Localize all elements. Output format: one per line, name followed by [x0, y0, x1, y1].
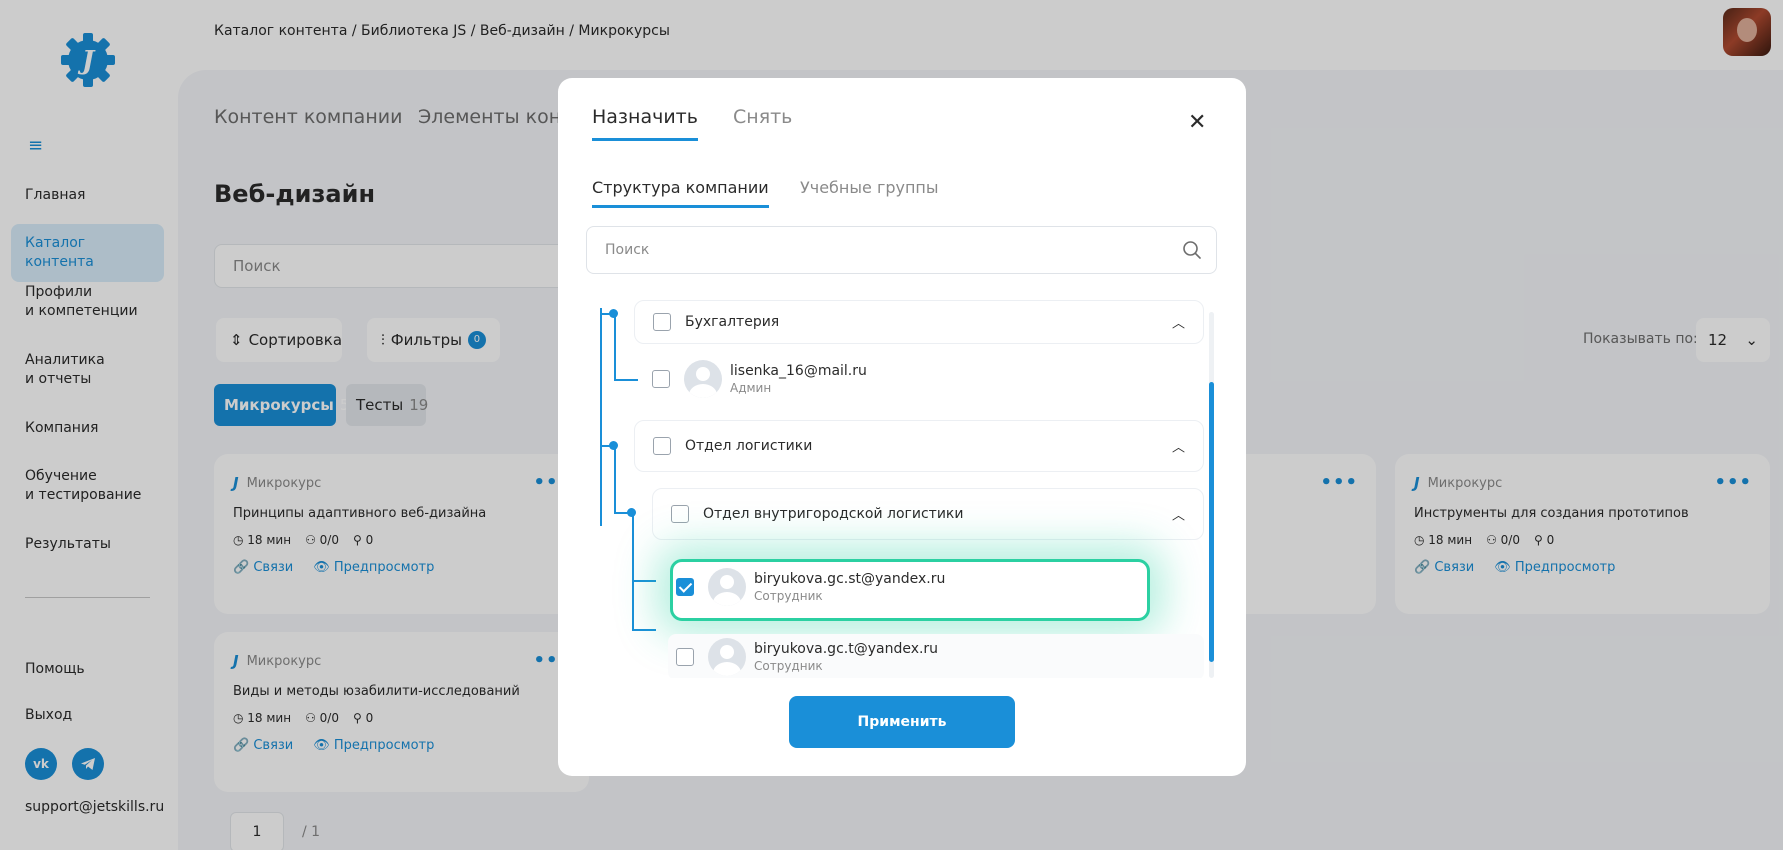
user-email: biryukova.gc.t@yandex.ru: [754, 641, 939, 657]
apply-button[interactable]: Применить: [789, 696, 1015, 748]
tree-user-row-selected[interactable]: biryukova.gc.st@yandex.ru Сотрудник: [668, 568, 945, 606]
checkbox[interactable]: [652, 370, 670, 388]
tree-line: [600, 313, 610, 315]
user-email: biryukova.gc.st@yandex.ru: [754, 571, 946, 587]
node-label: Отдел логистики: [685, 438, 813, 454]
checkbox-checked[interactable]: [676, 578, 694, 596]
search-icon[interactable]: [1182, 240, 1202, 260]
user-role: Сотрудник: [754, 589, 823, 603]
user-email: lisenka_16@mail.ru: [730, 363, 867, 379]
tab-unassign[interactable]: Снять: [733, 106, 792, 138]
user-avatar-icon: [708, 638, 746, 676]
chevron-up-icon[interactable]: ︿: [1172, 437, 1185, 456]
checkbox[interactable]: [653, 437, 671, 455]
subtab-study-groups[interactable]: Учебные группы: [800, 178, 939, 205]
node-label: Бухгалтерия: [685, 314, 780, 330]
tree-user-row[interactable]: lisenka_16@mail.ru Админ: [640, 360, 867, 398]
tree-user-row[interactable]: biryukova.gc.t@yandex.ru Сотрудник: [668, 634, 1204, 680]
modal-search-input[interactable]: Поиск: [586, 226, 1217, 274]
tree-line: [632, 580, 656, 582]
tree-line: [632, 629, 656, 631]
checkbox[interactable]: [676, 648, 694, 666]
checkbox[interactable]: [653, 313, 671, 331]
tree-line: [600, 308, 602, 526]
tab-assign[interactable]: Назначить: [592, 106, 698, 141]
tree-line: [614, 314, 616, 380]
tree-line: [614, 446, 616, 512]
chevron-up-icon[interactable]: ︿: [1172, 505, 1185, 524]
tree-node-logistics[interactable]: Отдел логистики ︿: [634, 420, 1204, 472]
scrollbar-thumb[interactable]: [1209, 382, 1214, 662]
assign-modal: Назначить Снять ✕ Структура компании Уче…: [558, 78, 1246, 776]
user-avatar-icon: [708, 568, 746, 606]
scroll-mask: [586, 278, 1218, 292]
tree-node-accounting[interactable]: Бухгалтерия ︿: [634, 300, 1204, 344]
modal-search-placeholder: Поиск: [605, 242, 650, 258]
tree-node-city-logistics[interactable]: Отдел внутригородской логистики ︿: [652, 488, 1204, 540]
scrollbar[interactable]: [1209, 312, 1214, 678]
checkbox[interactable]: [671, 505, 689, 523]
node-label: Отдел внутригородской логистики: [703, 506, 964, 522]
tree-line: [632, 512, 634, 630]
scroll-mask: [586, 678, 1218, 694]
subtab-company-structure[interactable]: Структура компании: [592, 178, 769, 208]
tree-line: [614, 379, 638, 381]
user-role: Админ: [730, 381, 772, 395]
close-icon[interactable]: ✕: [1188, 110, 1206, 135]
user-role: Сотрудник: [754, 659, 823, 673]
tree-line: [614, 512, 628, 514]
chevron-up-icon[interactable]: ︿: [1172, 313, 1185, 332]
user-avatar-icon: [684, 360, 722, 398]
